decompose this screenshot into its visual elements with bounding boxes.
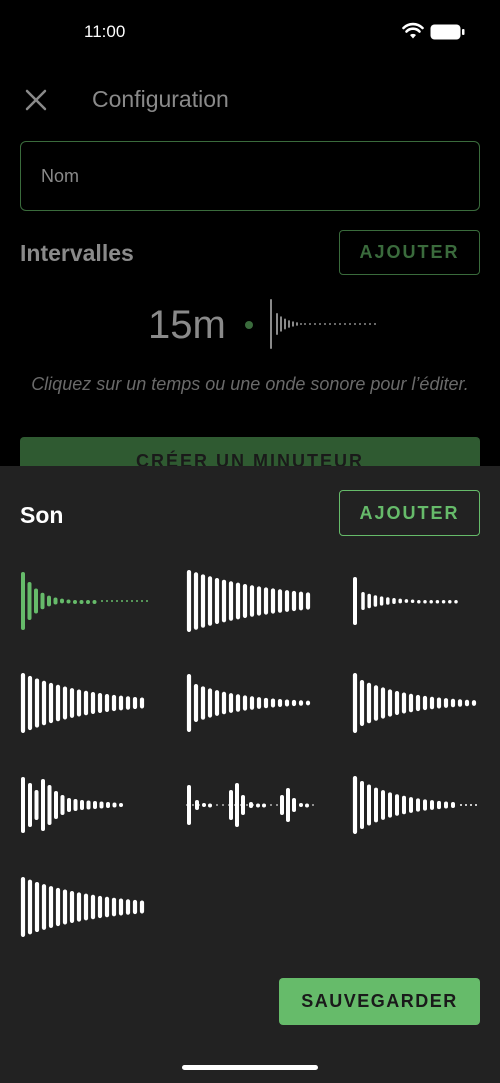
- sound-sheet-title: Son: [20, 502, 64, 528]
- waveform-icon: [186, 570, 311, 632]
- waveform-icon: [352, 673, 477, 733]
- sound-option-2[interactable]: [186, 566, 316, 636]
- sound-option-1[interactable]: [20, 566, 150, 636]
- waveform-icon: [20, 673, 145, 733]
- sound-bottom-sheet: Son AJOUTER SAUVEGARDER: [0, 466, 500, 1083]
- sound-grid: [0, 566, 500, 956]
- waveform-icon: [353, 577, 458, 625]
- sound-option-9[interactable]: [352, 770, 482, 840]
- sound-option-4[interactable]: [20, 668, 150, 738]
- waveform-icon: [20, 877, 145, 937]
- interval-time[interactable]: 15m: [148, 303, 226, 348]
- edit-hint: Cliquez sur un temps ou une onde sonore …: [31, 374, 469, 394]
- intervals-heading: Intervalles: [20, 240, 134, 266]
- name-input[interactable]: Nom: [20, 141, 480, 211]
- waveform-icon: [21, 777, 123, 833]
- sound-option-5[interactable]: [186, 668, 316, 738]
- sound-option-8[interactable]: [186, 770, 316, 840]
- configuration-screen: Configuration Nom Intervalles AJOUTER 15…: [0, 0, 500, 497]
- save-button[interactable]: SAUVEGARDER: [279, 978, 480, 1025]
- waveform-icon: [186, 674, 311, 732]
- sound-option-10[interactable]: [20, 872, 150, 942]
- waveform-icon: [21, 572, 148, 630]
- page-title: Configuration: [92, 86, 229, 112]
- sound-option-7[interactable]: [20, 770, 150, 840]
- waveform-icon: [186, 783, 314, 827]
- sound-option-6[interactable]: [352, 668, 482, 738]
- interval-waveform-icon[interactable]: [268, 297, 378, 351]
- waveform-icon: [352, 776, 480, 834]
- home-indicator: [182, 1065, 318, 1070]
- add-sound-button[interactable]: AJOUTER: [339, 490, 480, 536]
- name-placeholder: Nom: [41, 166, 80, 186]
- sound-option-3[interactable]: [352, 566, 482, 636]
- close-icon[interactable]: [22, 86, 50, 114]
- add-interval-button[interactable]: AJOUTER: [339, 230, 480, 275]
- interval-separator-dot: [245, 321, 253, 329]
